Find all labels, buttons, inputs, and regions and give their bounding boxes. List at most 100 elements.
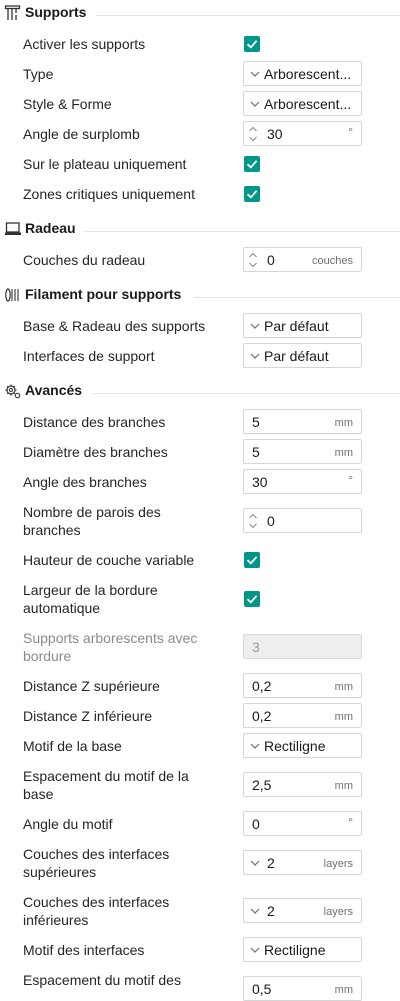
select-motif-base[interactable]: Rectiligne (243, 733, 362, 758)
label-zones-critiques: Zones critiques uniquement (23, 186, 195, 202)
spin-parois-branches[interactable]: 0 (243, 508, 362, 533)
unit-label: layers (323, 906, 353, 918)
input-espacement-motif-interfaces-value: 0,5 (252, 981, 272, 997)
label-line: Nombre de parois des (23, 504, 161, 520)
input-supports-bordure-value: 3 (252, 639, 260, 655)
select-motif-interfaces[interactable]: Rectiligne (243, 937, 362, 962)
spin-arrows-icon[interactable] (248, 251, 258, 269)
label-activer-supports: Activer les supports (23, 36, 146, 52)
section-header-filament: Filament pour supports (0, 284, 400, 308)
select-interfaces-support-value: Par défaut (264, 348, 329, 364)
label-line: base (23, 786, 54, 802)
select-type[interactable]: Arborescent... (243, 61, 362, 86)
raft-icon (4, 220, 22, 238)
select-motif-interfaces-value: Rectiligne (264, 942, 326, 958)
select-interfaces-support[interactable]: Par défaut (243, 343, 362, 368)
input-espacement-motif-base[interactable]: 2,5 mm (243, 772, 362, 797)
label-line: supérieures (23, 864, 97, 880)
input-supports-bordure: 3 (243, 634, 362, 659)
section-title-avances: Avancés (25, 382, 83, 398)
unit-label: ° (348, 815, 353, 829)
spin-angle-surplomb[interactable]: 30 ° (243, 121, 362, 146)
spin-arrows-icon[interactable] (248, 125, 258, 143)
spin-arrows-icon[interactable] (248, 512, 258, 530)
unit-label: mm (334, 780, 353, 792)
select-type-value: Arborescent... (264, 66, 352, 82)
chevron-down-icon (250, 353, 260, 359)
label-angle-motif: Angle du motif (23, 816, 113, 832)
select-style-forme-value: Arborescent... (264, 96, 352, 112)
input-distance-z-inf[interactable]: 0,2 mm (243, 703, 362, 728)
chevron-down-icon (250, 101, 260, 107)
label-motif-interfaces: Motif des interfaces (23, 942, 145, 958)
checkmark-icon (246, 40, 258, 49)
select-style-forme[interactable]: Arborescent... (243, 91, 362, 116)
label-espacement-motif-base: Espacement du motif de la base (23, 767, 238, 803)
section-header-radeau: Radeau (0, 218, 400, 242)
label-line: Supports arborescents avec (23, 630, 198, 646)
spin-couches-interfaces-inf-value: 2 (267, 903, 275, 919)
section-divider (84, 231, 400, 232)
unit-label: mm (334, 711, 353, 723)
unit-label: mm (334, 984, 353, 996)
label-line: Largeur de la bordure (23, 582, 158, 598)
label-largeur-bordure: Largeur de la bordure automatique (23, 581, 238, 617)
label-line: Couches des interfaces (23, 894, 170, 910)
select-base-radeau-value: Par défaut (264, 318, 329, 334)
label-distance-z-sup: Distance Z supérieure (23, 678, 160, 694)
chevron-down-icon (250, 71, 260, 77)
input-distance-z-sup-value: 0,2 (252, 678, 272, 694)
checkbox-sur-plateau[interactable] (244, 156, 260, 172)
label-motif-base: Motif de la base (23, 738, 122, 754)
input-angle-motif[interactable]: 0 ° (243, 811, 362, 836)
unit-label: ° (348, 473, 353, 487)
unit-label: layers (323, 858, 353, 870)
label-hauteur-couche-variable: Hauteur de couche variable (23, 552, 195, 568)
spin-couches-interfaces-sup-value: 2 (267, 855, 275, 871)
checkbox-activer-supports[interactable] (244, 36, 260, 52)
section-divider (96, 15, 400, 16)
spin-couches-interfaces-inf[interactable]: 2 layers (243, 898, 362, 923)
section-header-avances: Avancés (0, 380, 400, 404)
supports-icon (4, 4, 22, 22)
label-base-radeau-supports: Base & Radeau des supports (23, 318, 206, 334)
spin-parois-branches-value: 0 (267, 513, 275, 529)
select-base-radeau-supports[interactable]: Par défaut (243, 313, 362, 338)
label-line: automatique (23, 600, 101, 616)
checkbox-zones-critiques[interactable] (244, 186, 260, 202)
unit-label: mm (334, 447, 353, 459)
spin-couches-interfaces-sup[interactable]: 2 layers (243, 850, 362, 875)
label-interfaces-support: Interfaces de support (23, 348, 155, 364)
label-couches-interfaces-inf: Couches des interfaces inférieures (23, 893, 238, 929)
section-title-filament: Filament pour supports (25, 286, 182, 302)
label-couches-radeau: Couches du radeau (23, 252, 146, 268)
filament-icon (4, 286, 22, 304)
label-parois-branches: Nombre de parois des branches (23, 503, 238, 539)
select-motif-base-value: Rectiligne (264, 738, 326, 754)
label-distance-z-inf: Distance Z inférieure (23, 708, 153, 724)
input-espacement-motif-interfaces[interactable]: 0,5 mm (243, 976, 362, 1001)
checkbox-hauteur-couche-variable[interactable] (244, 552, 260, 568)
checkbox-largeur-bordure[interactable] (244, 591, 260, 607)
input-espacement-motif-base-value: 2,5 (252, 777, 272, 793)
input-distance-branches-value: 5 (252, 414, 260, 430)
section-title-supports: Supports (25, 4, 87, 20)
label-line: Espacement du motif de la (23, 768, 189, 784)
label-diametre-branches: Diamètre des branches (23, 444, 168, 460)
input-distance-branches[interactable]: 5 mm (243, 409, 362, 434)
label-supports-bordure: Supports arborescents avec bordure (23, 629, 238, 665)
label-distance-branches: Distance des branches (23, 414, 166, 430)
input-angle-branches[interactable]: 30 ° (243, 469, 362, 494)
spin-angle-surplomb-value: 30 (267, 126, 283, 142)
section-title-radeau: Radeau (25, 220, 76, 236)
input-distance-z-sup[interactable]: 0,2 mm (243, 673, 362, 698)
input-diametre-branches[interactable]: 5 mm (243, 439, 362, 464)
section-divider (194, 297, 400, 298)
label-type: Type (23, 66, 54, 82)
checkmark-icon (246, 190, 258, 199)
checkmark-icon (246, 160, 258, 169)
unit-label: ° (348, 125, 353, 139)
chevron-down-icon[interactable] (250, 859, 260, 867)
chevron-down-icon[interactable] (250, 907, 260, 915)
spin-couches-radeau[interactable]: 0 couches (243, 247, 362, 272)
